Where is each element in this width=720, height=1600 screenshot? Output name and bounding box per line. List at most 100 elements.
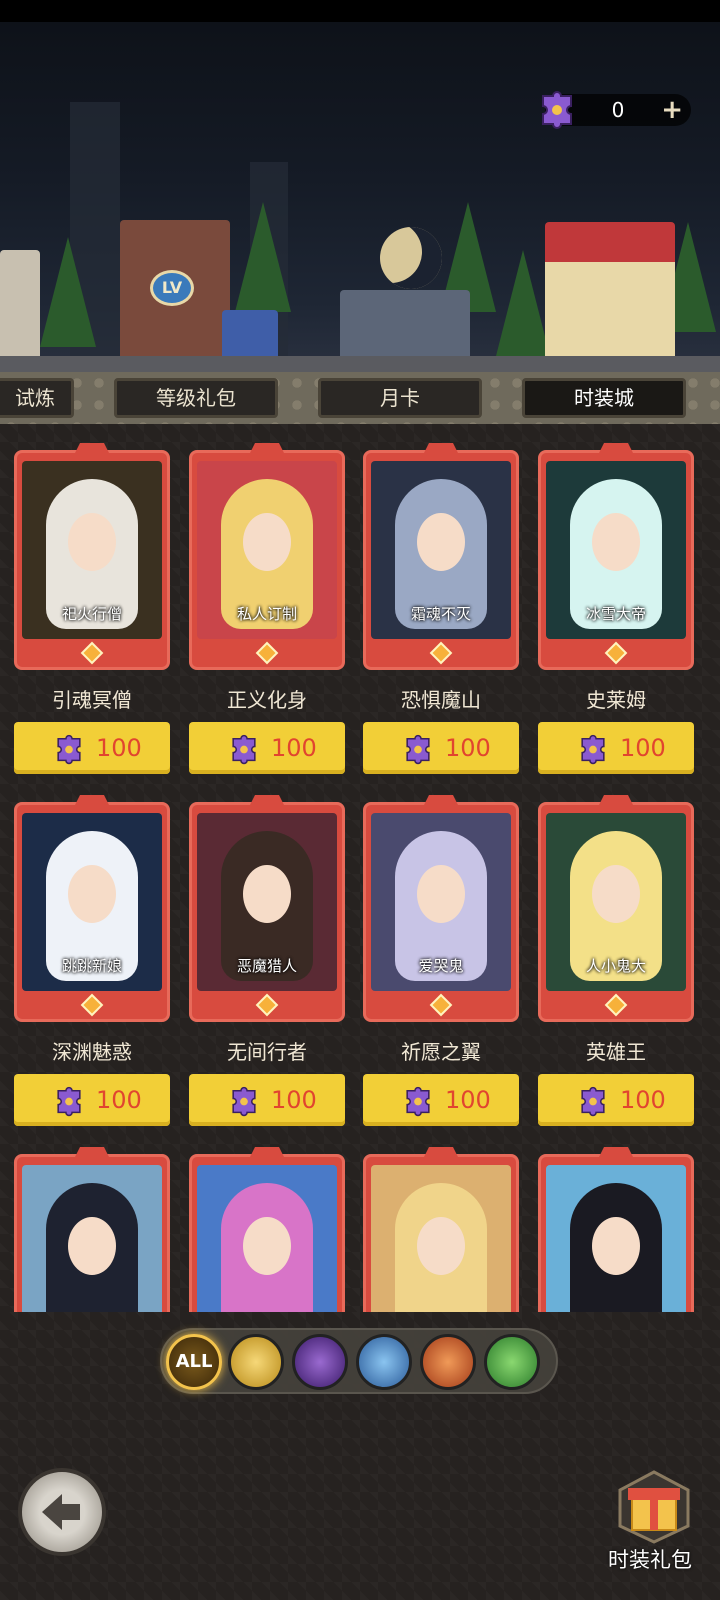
price-value: 100 xyxy=(445,1086,491,1114)
back-button[interactable] xyxy=(18,1468,106,1556)
hero-name: 正义化身 xyxy=(227,688,307,712)
skin-card[interactable] xyxy=(189,1147,345,1343)
sword-faction-icon[interactable] xyxy=(356,1334,412,1390)
character-face xyxy=(417,513,465,571)
rarity-gem-icon xyxy=(255,993,279,1017)
light-faction-icon[interactable] xyxy=(228,1334,284,1390)
price-value: 100 xyxy=(96,734,142,762)
tree xyxy=(495,250,551,360)
rarity-gem-icon xyxy=(80,641,104,665)
puzzle-piece-icon xyxy=(57,734,81,765)
currency-amount: 0 xyxy=(611,98,625,122)
buy-price-button[interactable]: 100 xyxy=(14,722,170,774)
puzzle-piece-icon xyxy=(406,734,430,765)
puzzle-piece-icon xyxy=(57,1086,81,1117)
skin-card[interactable]: 霜魂不灭 xyxy=(363,443,519,670)
rarity-gem-icon xyxy=(80,993,104,1017)
hero-name: 祈愿之翼 xyxy=(401,1040,481,1064)
skin-card[interactable]: 冰雪大帝 xyxy=(538,443,694,670)
character-face xyxy=(592,1217,640,1275)
faction-filter: ALL xyxy=(160,1328,558,1394)
back-arrow-icon xyxy=(42,1494,80,1530)
rarity-gem-icon xyxy=(429,641,453,665)
plus-icon[interactable]: + xyxy=(661,94,683,126)
character-face xyxy=(417,865,465,923)
skin-name: 爱哭鬼 xyxy=(418,957,464,975)
hero-name: 英雄王 xyxy=(586,1040,646,1064)
puzzle-piece-icon xyxy=(232,734,256,765)
rarity-gem-icon xyxy=(604,641,628,665)
hero-name: 史莱姆 xyxy=(586,688,646,712)
skin-name: 恶魔猎人 xyxy=(236,957,297,975)
skin-card[interactable]: 跳跳新娘 xyxy=(14,795,170,1022)
fashion-shop-building[interactable] xyxy=(545,222,675,360)
character-face xyxy=(592,865,640,923)
tab-level-pack[interactable]: 等级礼包 xyxy=(114,378,278,418)
puzzle-currency-bar: 0 + xyxy=(542,91,691,129)
hero-name: 无间行者 xyxy=(227,1040,307,1064)
character-face xyxy=(68,513,116,571)
skin-card[interactable]: 私人订制 xyxy=(189,443,345,670)
price-value: 100 xyxy=(620,1086,666,1114)
buy-price-button[interactable]: 100 xyxy=(189,722,345,774)
fashion-gift-label: 时装礼包 xyxy=(608,1548,692,1572)
skin-name: 祀火行僧 xyxy=(61,605,122,623)
skin-card[interactable] xyxy=(538,1147,694,1343)
gift-box-icon xyxy=(618,1470,690,1544)
fashion-gift-button[interactable] xyxy=(614,1468,694,1544)
puzzle-piece-icon xyxy=(232,1086,256,1117)
buy-price-button[interactable]: 100 xyxy=(538,722,694,774)
tree-faction-icon[interactable] xyxy=(484,1334,540,1390)
character-face xyxy=(417,1217,465,1275)
buy-price-button[interactable]: 100 xyxy=(363,722,519,774)
level-shop-building[interactable]: LV xyxy=(120,220,230,360)
skin-card[interactable]: 爱哭鬼 xyxy=(363,795,519,1022)
character-face xyxy=(592,513,640,571)
character-face xyxy=(243,865,291,923)
price-value: 100 xyxy=(271,734,317,762)
buy-price-button[interactable]: 100 xyxy=(189,1074,345,1126)
tree xyxy=(235,202,291,312)
skin-card[interactable]: 人小鬼大 xyxy=(538,795,694,1022)
wolf-faction-icon[interactable] xyxy=(420,1334,476,1390)
rarity-gem-icon xyxy=(429,993,453,1017)
character-face xyxy=(243,1217,291,1275)
puzzle-piece-icon xyxy=(581,734,605,765)
puzzle-piece-icon xyxy=(406,1086,430,1117)
skin-card[interactable]: 恶魔猎人 xyxy=(189,795,345,1022)
shop-tabs: 试炼 等级礼包 月卡 时装城 xyxy=(0,372,720,424)
character-face xyxy=(243,513,291,571)
puzzle-piece-icon xyxy=(581,1086,605,1117)
price-value: 100 xyxy=(96,1086,142,1114)
tab-fashion-shop[interactable]: 时装城 xyxy=(522,378,686,418)
skin-card[interactable]: 祀火行僧 xyxy=(14,443,170,670)
rarity-gem-icon xyxy=(604,993,628,1017)
puzzle-piece-icon xyxy=(542,91,572,129)
tab-monthly-card[interactable]: 月卡 xyxy=(318,378,482,418)
character-face xyxy=(68,865,116,923)
monument-base xyxy=(340,290,470,360)
skin-name: 冰雪大帝 xyxy=(585,605,646,623)
all-filter-icon[interactable]: ALL xyxy=(166,1334,222,1390)
buy-price-button[interactable]: 100 xyxy=(14,1074,170,1126)
statue xyxy=(0,250,40,360)
skin-name: 霜魂不灭 xyxy=(410,605,471,623)
dark-faction-icon[interactable] xyxy=(292,1334,348,1390)
skin-name: 人小鬼大 xyxy=(585,957,646,975)
character-face xyxy=(68,1217,116,1275)
tree xyxy=(40,237,96,347)
ground xyxy=(0,356,720,372)
buy-price-button[interactable]: 100 xyxy=(363,1074,519,1126)
gift-box-building xyxy=(222,310,278,360)
level-sign: LV xyxy=(150,270,194,306)
skin-card[interactable] xyxy=(14,1147,170,1343)
hero-name: 深渊魅惑 xyxy=(52,1040,132,1064)
buy-price-button[interactable]: 100 xyxy=(538,1074,694,1126)
rarity-gem-icon xyxy=(255,641,279,665)
tab-trial[interactable]: 试炼 xyxy=(0,378,74,418)
skin-card[interactable] xyxy=(363,1147,519,1343)
hero-name: 恐惧魔山 xyxy=(401,688,481,712)
price-value: 100 xyxy=(445,734,491,762)
price-value: 100 xyxy=(620,734,666,762)
hero-name: 引魂冥僧 xyxy=(52,688,132,712)
